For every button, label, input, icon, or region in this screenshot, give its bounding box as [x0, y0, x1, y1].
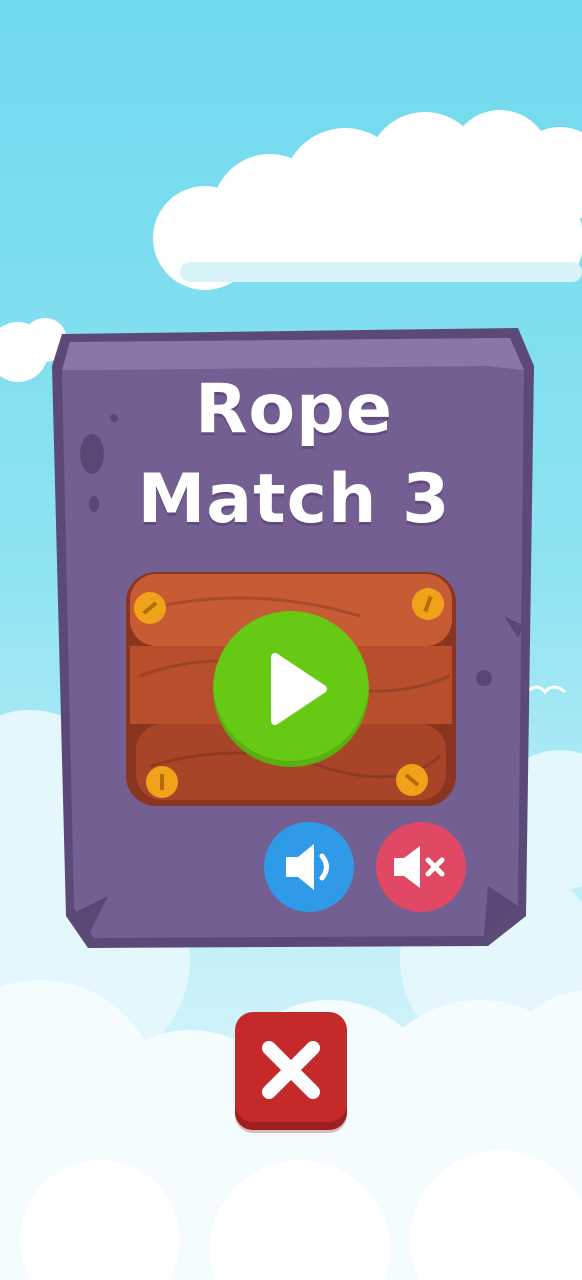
speaker-icon — [286, 844, 329, 890]
close-icon — [262, 1041, 320, 1099]
game-title-line-1: Rope — [195, 370, 393, 449]
sound-on-button[interactable] — [264, 822, 354, 912]
bolt-icon-top-left — [134, 592, 166, 624]
speaker-mute-icon — [394, 846, 445, 888]
game-title-line-2: Match 3 — [137, 460, 451, 539]
sound-off-button[interactable] — [376, 822, 466, 912]
bolt-icon-bottom-left — [146, 766, 178, 798]
play-icon — [271, 653, 327, 725]
bolt-icon-bottom-right — [396, 764, 428, 796]
close-button[interactable] — [235, 1012, 347, 1130]
bolt-icon-top-right — [412, 588, 444, 620]
play-button[interactable] — [213, 611, 369, 767]
